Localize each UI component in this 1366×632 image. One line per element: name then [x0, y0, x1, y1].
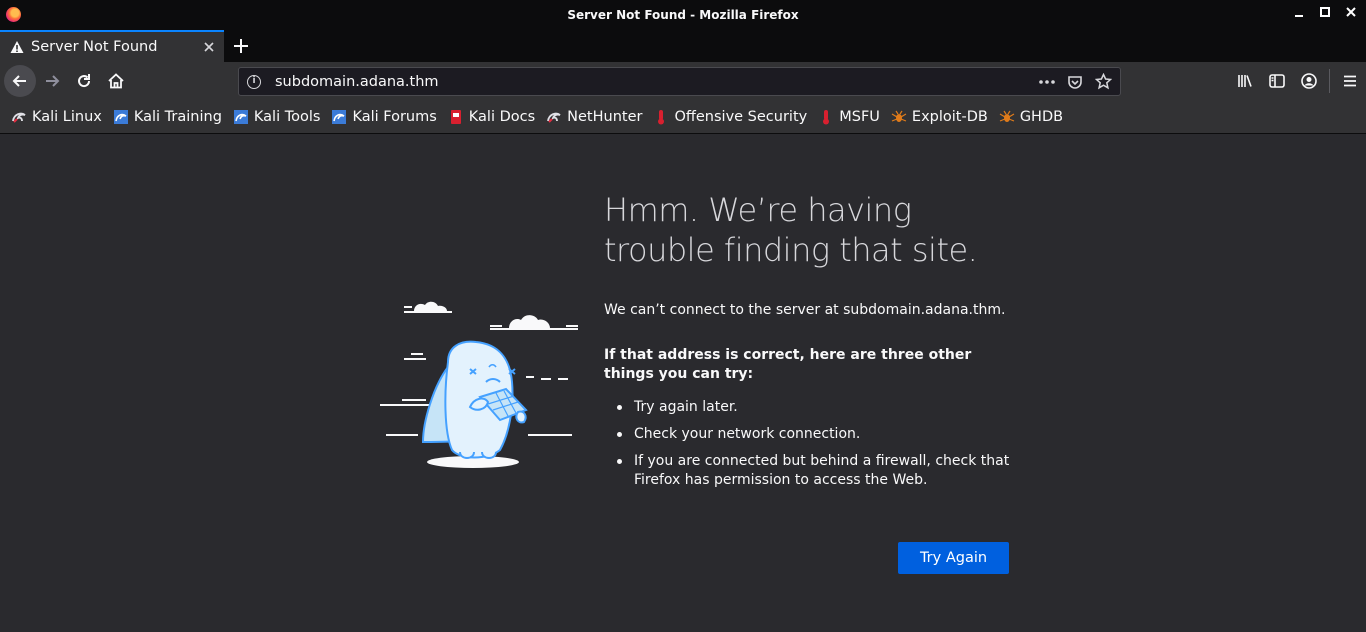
url-bar[interactable]: i subdomain.adana.thm — [238, 67, 1121, 96]
minimize-button[interactable] — [1292, 6, 1306, 22]
try-again-button[interactable]: Try Again — [898, 542, 1009, 574]
error-description: We can’t connect to the server at subdom… — [604, 302, 1006, 318]
bookmark-nethunter[interactable]: NetHunter — [546, 109, 642, 125]
error-subhead: If that address is correct, here are thr… — [604, 347, 972, 382]
error-title: Hmm. We’re having trouble finding that s… — [604, 191, 978, 269]
offsec-icon — [658, 109, 665, 124]
tip-item: Try again later. — [617, 398, 1014, 417]
title-bar: Server Not Found - Mozilla Firefox — [0, 0, 1366, 30]
error-message: Hmm. We’re having trouble finding that s… — [604, 190, 1014, 498]
window-title: Server Not Found - Mozilla Firefox — [567, 8, 799, 22]
tip-item: Check your network connection. — [617, 425, 1014, 444]
arrow-left-icon — [12, 75, 26, 87]
bookmark-exploit-db[interactable]: Exploit-DB — [891, 109, 988, 125]
page-actions-icon[interactable] — [1038, 73, 1056, 91]
info-icon[interactable]: i — [247, 74, 261, 89]
account-icon — [1301, 73, 1317, 89]
library-button[interactable] — [1229, 65, 1261, 97]
bookmark-ghdb[interactable]: GHDB — [999, 109, 1063, 125]
new-tab-button[interactable] — [224, 30, 258, 62]
close-window-button[interactable] — [1344, 6, 1358, 22]
exploit-db-icon — [891, 110, 907, 122]
warning-icon — [10, 41, 24, 53]
bookmark-offensive-security[interactable]: Offensive Security — [653, 109, 807, 125]
bookmark-kali-docs[interactable]: Kali Docs — [448, 109, 535, 125]
hamburger-menu-icon — [1344, 75, 1356, 87]
kali-docs-icon — [450, 109, 461, 124]
kali-forums-icon — [332, 109, 347, 124]
menu-button[interactable] — [1334, 65, 1366, 97]
nethunter-icon — [547, 112, 561, 123]
library-icon — [1238, 75, 1252, 87]
tips-list: Try again later. Check your network conn… — [604, 398, 1014, 490]
msfu-icon — [823, 109, 830, 124]
kali-training-icon — [113, 109, 128, 124]
bookmark-kali-forums[interactable]: Kali Forums — [331, 109, 437, 125]
bookmark-kali-training[interactable]: Kali Training — [113, 109, 222, 125]
kali-tools-icon — [233, 109, 248, 124]
sidebar-icon — [1269, 74, 1285, 88]
bookmarks-toolbar: Kali Linux Kali Training Kali Tools Kali… — [0, 100, 1366, 134]
arrow-right-icon — [46, 75, 60, 87]
forward-button[interactable] — [36, 65, 68, 97]
bookmark-msfu[interactable]: MSFU — [818, 109, 880, 125]
tab-bar: Server Not Found — [0, 30, 1366, 62]
back-button[interactable] — [4, 65, 36, 97]
firefox-logo-icon — [6, 7, 21, 22]
reload-icon — [78, 74, 91, 88]
close-tab-icon[interactable] — [203, 38, 215, 57]
bookmark-star-icon[interactable] — [1094, 73, 1112, 91]
pocket-icon[interactable] — [1066, 73, 1084, 91]
bookmark-kali-linux[interactable]: Kali Linux — [11, 109, 102, 125]
window-controls — [1292, 6, 1358, 22]
account-button[interactable] — [1293, 65, 1325, 97]
tab-label: Server Not Found — [31, 39, 158, 55]
home-icon — [108, 73, 124, 89]
maximize-button[interactable] — [1318, 6, 1332, 22]
home-button[interactable] — [100, 65, 132, 97]
bookmark-kali-tools[interactable]: Kali Tools — [233, 109, 320, 125]
sidebar-button[interactable] — [1261, 65, 1293, 97]
lost-dino-illustration — [380, 301, 578, 468]
reload-button[interactable] — [68, 65, 100, 97]
navigation-toolbar: i subdomain.adana.thm — [0, 62, 1366, 100]
toolbar-separator — [1329, 69, 1330, 93]
tip-item: If you are connected but behind a firewa… — [617, 452, 1014, 490]
url-text[interactable]: subdomain.adana.thm — [275, 74, 1038, 90]
kali-dragon-icon — [12, 112, 26, 123]
ghdb-icon — [999, 110, 1015, 122]
tab-server-not-found[interactable]: Server Not Found — [0, 30, 224, 62]
